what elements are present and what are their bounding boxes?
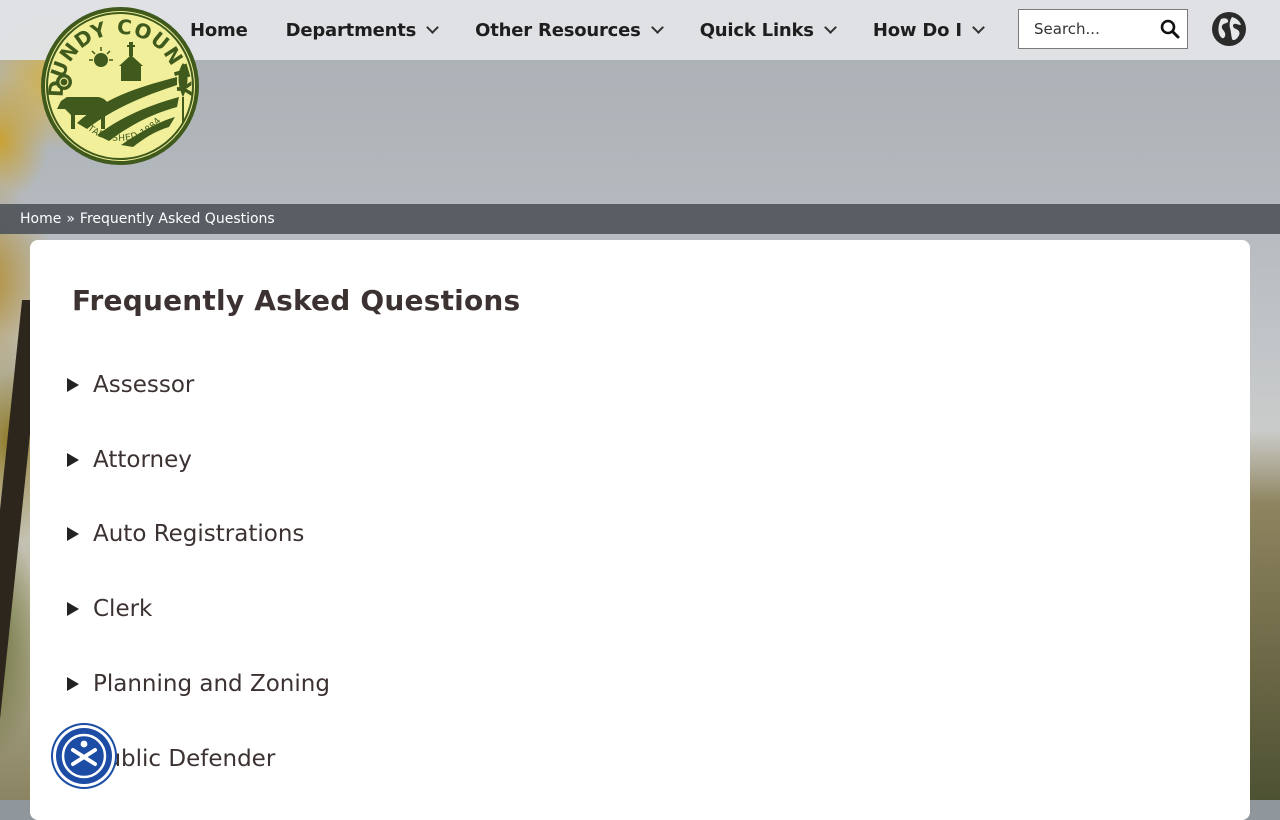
chevron-down-icon (426, 21, 440, 34)
breadcrumb: Home » Frequently Asked Questions (0, 204, 1280, 234)
chevron-down-icon (650, 21, 664, 34)
accessibility-button[interactable] (56, 728, 112, 784)
nav-quick-links-label: Quick Links (699, 19, 814, 41)
search-input[interactable] (1019, 19, 1164, 39)
faq-section-attorney[interactable]: Attorney (67, 440, 867, 480)
chevron-down-icon (971, 21, 985, 34)
content-card: Frequently Asked Questions Assessor Atto… (30, 240, 1250, 820)
expand-triangle-icon (67, 527, 79, 541)
main-nav: Home Departments Other Resources Quick L… (190, 0, 1021, 60)
faq-section-clerk[interactable]: Clerk (67, 589, 867, 629)
faq-section-label: Auto Registrations (93, 521, 305, 547)
nav-how-do-i[interactable]: How Do I (872, 19, 985, 41)
breadcrumb-current: Frequently Asked Questions (79, 211, 275, 227)
nav-other-resources-label: Other Resources (475, 19, 641, 41)
county-seal-image: DUNDY COUNTY ESTABLISHED 1884 (41, 7, 199, 165)
globe-icon[interactable] (1211, 11, 1247, 47)
nav-departments-label: Departments (285, 19, 417, 41)
expand-triangle-icon (67, 677, 79, 691)
faq-section-label: Planning and Zoning (93, 671, 330, 697)
nav-how-do-i-label: How Do I (872, 19, 962, 41)
chevron-down-icon (823, 21, 837, 34)
nav-departments[interactable]: Departments (285, 19, 440, 41)
accessibility-icon (61, 733, 107, 779)
county-seal-logo[interactable]: DUNDY COUNTY ESTABLISHED 1884 (37, 5, 203, 167)
faq-section-auto-registrations[interactable]: Auto Registrations (67, 514, 867, 554)
faq-section-assessor[interactable]: Assessor (67, 365, 867, 405)
search-box (1018, 9, 1188, 49)
faq-section-label: Attorney (93, 447, 192, 473)
page-title: Frequently Asked Questions (72, 284, 521, 317)
expand-triangle-icon (67, 378, 79, 392)
faq-section-label: Assessor (93, 372, 195, 398)
nav-quick-links[interactable]: Quick Links (699, 19, 837, 41)
faq-section-label: Public Defender (93, 746, 276, 772)
breadcrumb-home-link[interactable]: Home (20, 211, 61, 227)
faq-section-public-defender[interactable]: Public Defender (67, 739, 867, 779)
search-icon[interactable] (1160, 19, 1180, 39)
expand-triangle-icon (67, 602, 79, 616)
nav-other-resources[interactable]: Other Resources (475, 19, 664, 41)
breadcrumb-separator: » (66, 211, 75, 227)
expand-triangle-icon (67, 453, 79, 467)
faq-section-planning-and-zoning[interactable]: Planning and Zoning (67, 664, 867, 704)
faq-section-label: Clerk (93, 596, 153, 622)
